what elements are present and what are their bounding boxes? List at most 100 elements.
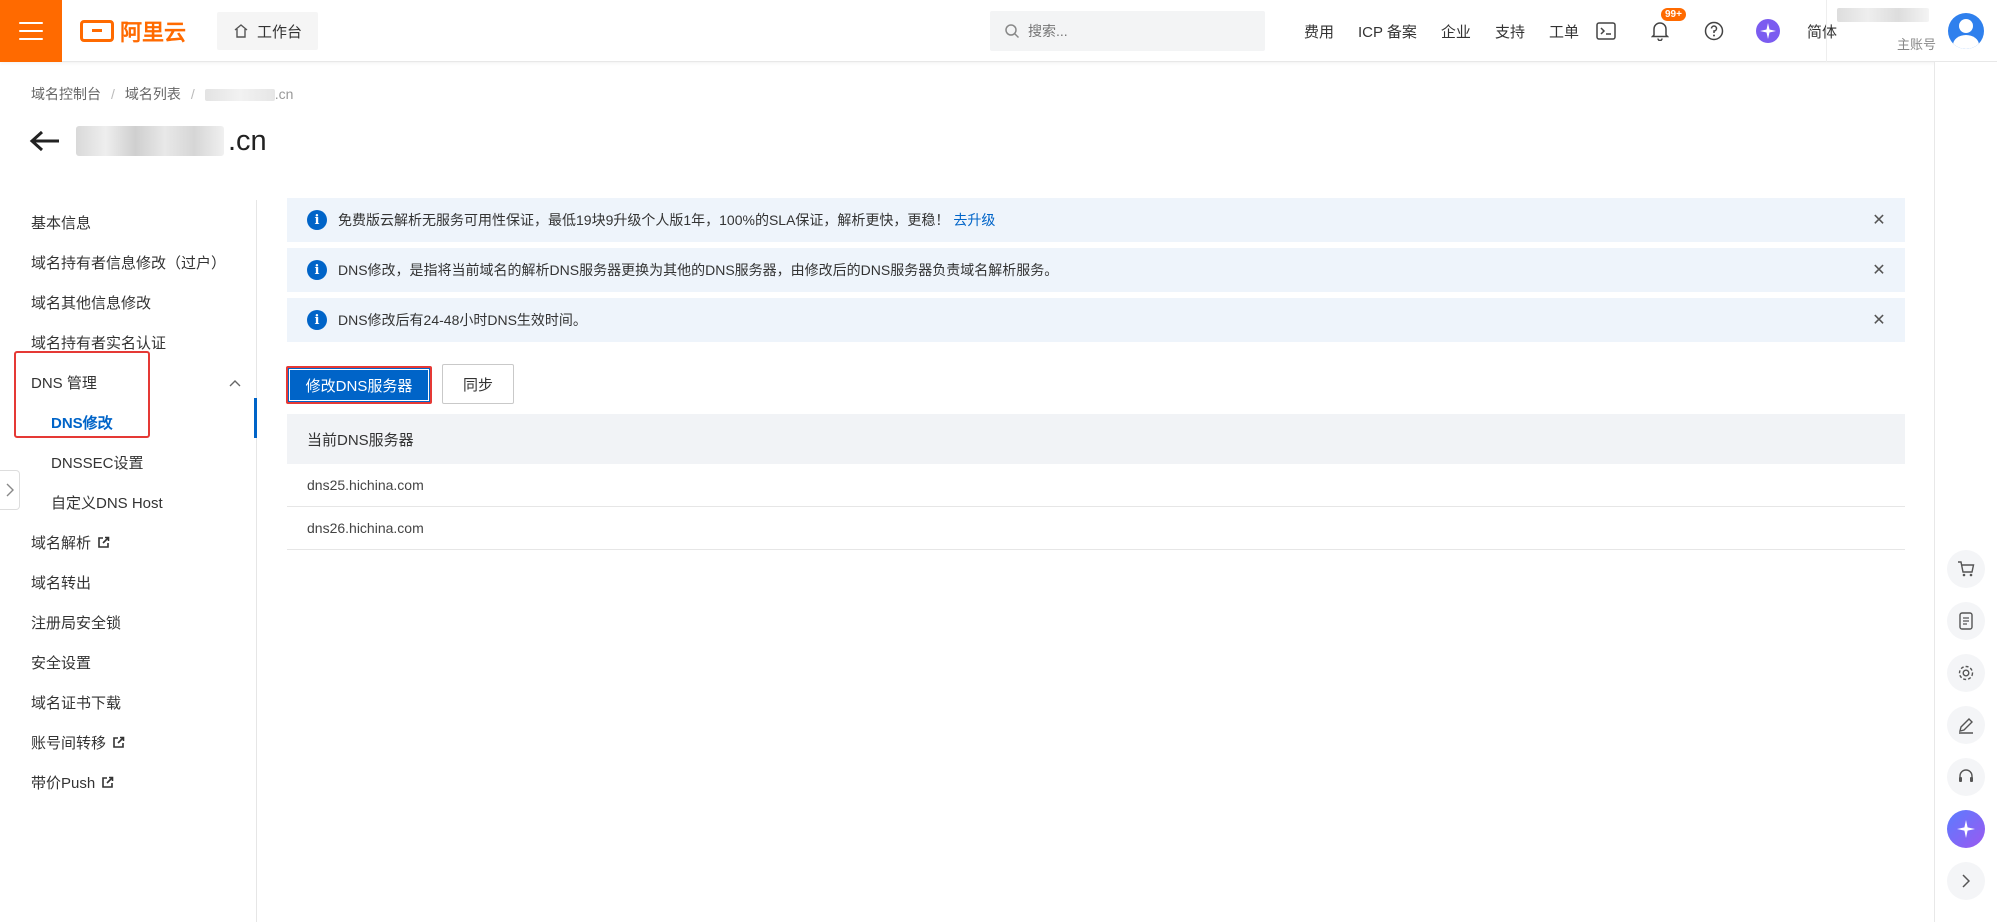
- close-icon[interactable]: ✕: [1869, 210, 1889, 230]
- arrow-left-icon: [29, 130, 59, 152]
- sidebar-item-realname[interactable]: 域名持有者实名认证: [31, 332, 166, 353]
- ai-assistant-float-button[interactable]: [1947, 810, 1985, 848]
- sidebar-item-label: 域名解析: [31, 535, 92, 552]
- dns-server-table: 当前DNS服务器 dns25.hichina.com dns26.hichina…: [287, 414, 1905, 550]
- avatar[interactable]: [1948, 13, 1984, 49]
- top-nav-links: 费用 ICP 备案 企业 支持 工单 99+ 简体: [1292, 0, 1849, 62]
- back-button[interactable]: [28, 124, 62, 158]
- aliyun-logo[interactable]: 阿里云: [80, 17, 186, 45]
- aliyun-logo-icon: [80, 20, 114, 42]
- cart-button[interactable]: [1947, 550, 1985, 588]
- chevron-right-icon: [6, 483, 14, 497]
- sidebar-item-custom-dns-host[interactable]: 自定义DNS Host: [51, 492, 163, 513]
- ai-sparkle-icon: [1755, 19, 1780, 43]
- modify-dns-button[interactable]: 修改DNS服务器: [286, 366, 432, 404]
- settings-button[interactable]: [1947, 654, 1985, 692]
- nav-icp[interactable]: ICP 备案: [1346, 21, 1429, 42]
- workbench-button[interactable]: 工作台: [217, 12, 319, 50]
- terminal-button[interactable]: [1593, 18, 1619, 44]
- sidebar-item-label: 账号间转移: [31, 735, 107, 752]
- notification-badge: 99+: [1660, 8, 1686, 21]
- sidebar-item-domain-resolve[interactable]: 域名解析: [31, 532, 110, 553]
- terminal-icon: [1596, 22, 1616, 40]
- table-row: dns25.hichina.com: [287, 464, 1905, 507]
- sidebar-item-transfer-out[interactable]: 域名转出: [31, 572, 91, 593]
- sidebar-item-registry-lock[interactable]: 注册局安全锁: [31, 612, 121, 633]
- info-icon: i: [307, 310, 327, 330]
- upgrade-link[interactable]: 去升级: [953, 210, 995, 230]
- help-icon: [1704, 21, 1724, 41]
- sidebar-item-basic-info[interactable]: 基本信息: [31, 212, 91, 233]
- sidebar-item-label: 带价Push: [31, 775, 96, 792]
- nav-enterprise[interactable]: 企业: [1429, 21, 1483, 42]
- support-button[interactable]: [1947, 758, 1985, 796]
- document-icon: [1959, 612, 1973, 630]
- search-box[interactable]: [990, 11, 1265, 51]
- external-link-icon: [98, 536, 110, 548]
- sync-button[interactable]: 同步: [442, 364, 514, 404]
- highlight-annotation-box: [14, 351, 150, 438]
- info-icon: i: [307, 260, 327, 280]
- search-input[interactable]: [1028, 23, 1228, 39]
- top-navbar: 阿里云 工作台 费用 ICP 备案 企业 支持 工单 99+ 简体 主账号: [0, 0, 1997, 62]
- alert-dns-explain: i DNS修改，是指将当前域名的解析DNS服务器更换为其他的DNS服务器，由修改…: [287, 248, 1905, 292]
- sidebar-item-other-info[interactable]: 域名其他信息修改: [31, 292, 151, 313]
- breadcrumb-current: .cn: [204, 86, 293, 102]
- alert-text: DNS修改，是指将当前域名的解析DNS服务器更换为其他的DNS服务器，由修改后的…: [338, 262, 1059, 278]
- page-title-row: .cn: [28, 124, 267, 158]
- bell-icon: [1650, 22, 1669, 41]
- menu-icon: [19, 22, 43, 40]
- sidebar-item-security-settings[interactable]: 安全设置: [31, 652, 91, 673]
- breadcrumb-domain-list[interactable]: 域名列表: [125, 84, 181, 104]
- notification-button[interactable]: 99+: [1647, 8, 1686, 44]
- external-link-icon: [102, 776, 114, 788]
- breadcrumb: 域名控制台 / 域名列表 / .cn: [31, 84, 293, 104]
- right-toolbar: [1934, 62, 1997, 922]
- redacted-domain: [204, 89, 275, 102]
- pencil-icon: [1959, 718, 1973, 734]
- nav-tickets[interactable]: 工单: [1537, 21, 1591, 42]
- nav-fees[interactable]: 费用: [1292, 21, 1346, 42]
- account-area[interactable]: 主账号: [1826, 0, 1997, 62]
- sidebar-item-dnssec[interactable]: DNSSEC设置: [51, 452, 144, 473]
- table-header: 当前DNS服务器: [287, 414, 1905, 464]
- alert-text: DNS修改后有24-48小时DNS生效时间。: [338, 312, 587, 328]
- sidebar-collapse-toggle[interactable]: [0, 470, 20, 510]
- breadcrumb-domain-console[interactable]: 域名控制台: [31, 84, 101, 104]
- headset-icon: [1959, 769, 1973, 782]
- help-button[interactable]: [1701, 18, 1727, 44]
- account-type-label: 主账号: [1897, 37, 1937, 52]
- close-icon[interactable]: ✕: [1869, 310, 1889, 330]
- search-icon: [1005, 24, 1020, 39]
- ai-assistant-button[interactable]: [1755, 18, 1781, 44]
- external-link-icon: [113, 736, 125, 748]
- alert-upgrade: i 免费版云解析无服务可用性保证，最低19块9升级个人版1年，100%的SLA保…: [287, 198, 1905, 242]
- ai-sparkle-icon: [1957, 820, 1975, 838]
- gear-icon: [1958, 665, 1974, 681]
- sidebar-item-account-transfer[interactable]: 账号间转移: [31, 732, 125, 753]
- close-icon[interactable]: ✕: [1869, 260, 1889, 280]
- breadcrumb-separator: /: [190, 86, 195, 102]
- redacted-domain-title: [76, 126, 224, 156]
- logo-text: 阿里云: [120, 20, 187, 45]
- sidebar-item-cert-download[interactable]: 域名证书下载: [31, 692, 121, 713]
- table-row: dns26.hichina.com: [287, 507, 1905, 550]
- cart-icon: [1958, 561, 1975, 577]
- hamburger-menu-button[interactable]: [0, 0, 62, 62]
- home-icon: [234, 24, 248, 38]
- sidebar-active-indicator: [254, 398, 257, 438]
- alert-text: 免费版云解析无服务可用性保证，最低19块9升级个人版1年，100%的SLA保证，…: [338, 212, 950, 228]
- alert-dns-effective-time: i DNS修改后有24-48小时DNS生效时间。 ✕: [287, 298, 1905, 342]
- breadcrumb-separator: /: [111, 86, 115, 102]
- chevron-up-icon: [229, 379, 241, 386]
- expand-toolbar-button[interactable]: [1947, 862, 1985, 900]
- info-icon: i: [307, 210, 327, 230]
- sidebar-item-holder-change[interactable]: 域名持有者信息修改（过户）: [31, 252, 226, 273]
- document-button[interactable]: [1947, 602, 1985, 640]
- page-title: .cn: [228, 124, 267, 157]
- edit-button[interactable]: [1947, 706, 1985, 744]
- workbench-label: 工作台: [257, 23, 303, 41]
- nav-support[interactable]: 支持: [1483, 21, 1537, 42]
- sidebar-item-price-push[interactable]: 带价Push: [31, 772, 114, 793]
- account-name-redacted: [1837, 8, 1929, 22]
